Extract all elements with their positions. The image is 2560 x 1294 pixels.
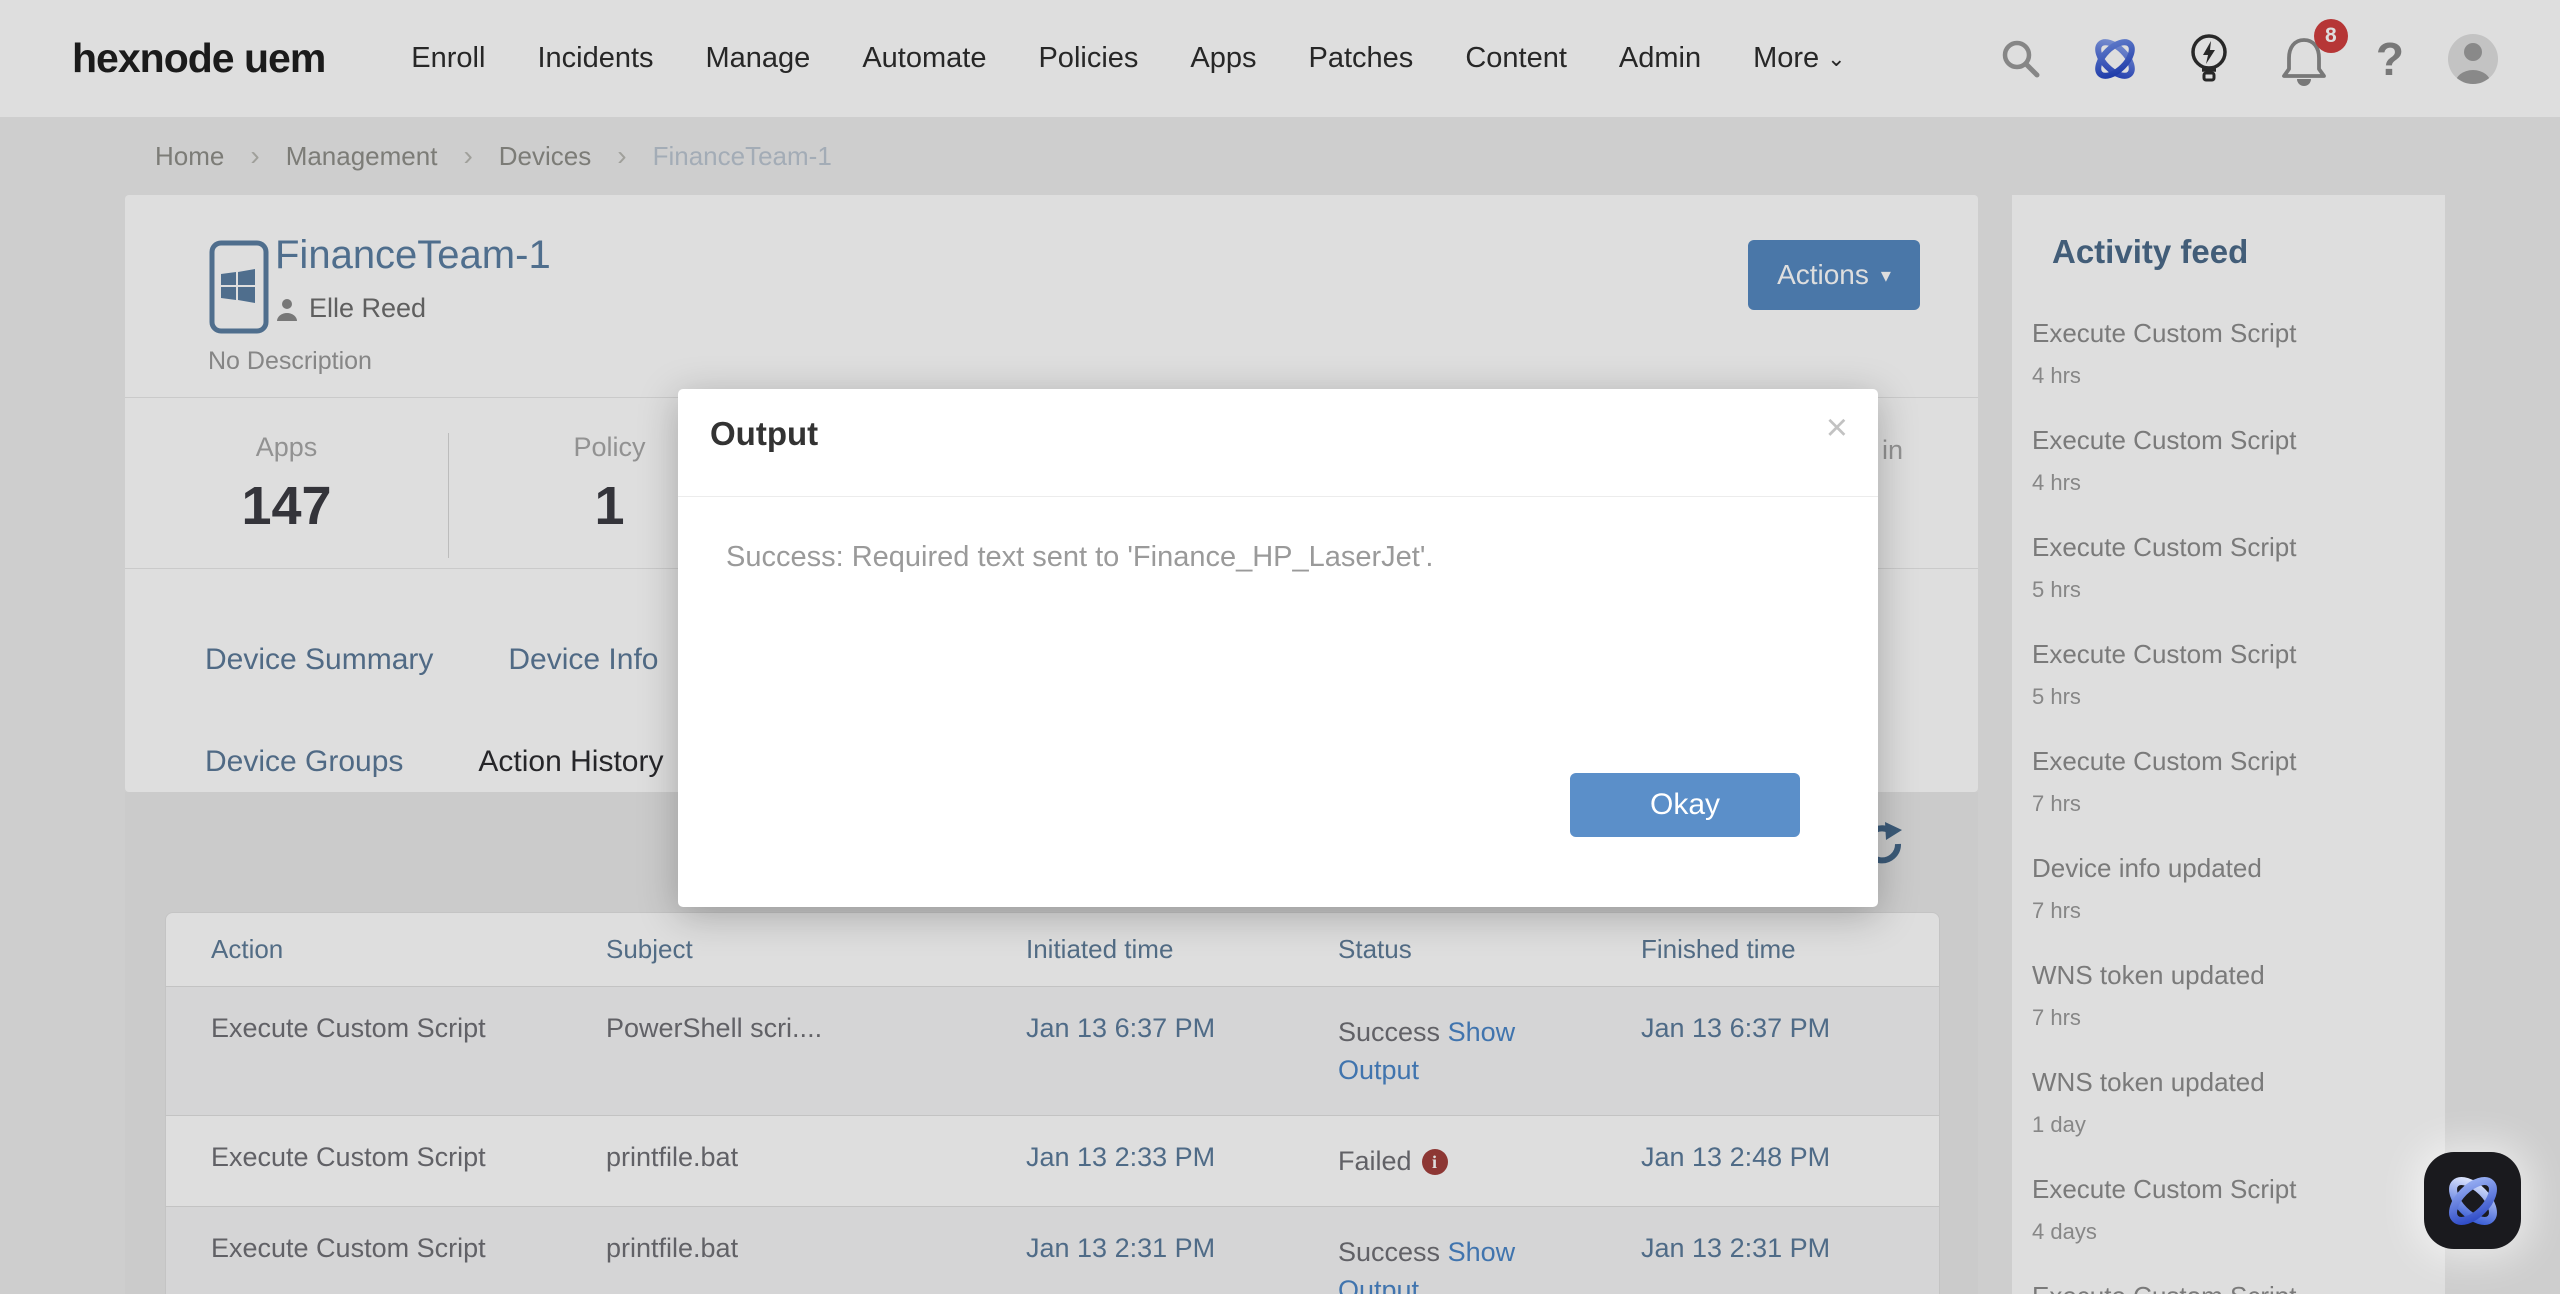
hexnode-uem-page: hexnode uem Enroll Incidents Manage Auto…	[0, 0, 2560, 1294]
divider	[678, 496, 1878, 497]
close-icon[interactable]: ×	[1826, 409, 1848, 447]
modal-title: Output	[710, 415, 818, 453]
okay-button[interactable]: Okay	[1570, 773, 1800, 837]
hexnode-launcher-icon[interactable]	[2424, 1152, 2521, 1249]
modal-output-text: Success: Required text sent to 'Finance_…	[726, 541, 1433, 574]
output-modal: Output × Success: Required text sent to …	[678, 389, 1878, 907]
